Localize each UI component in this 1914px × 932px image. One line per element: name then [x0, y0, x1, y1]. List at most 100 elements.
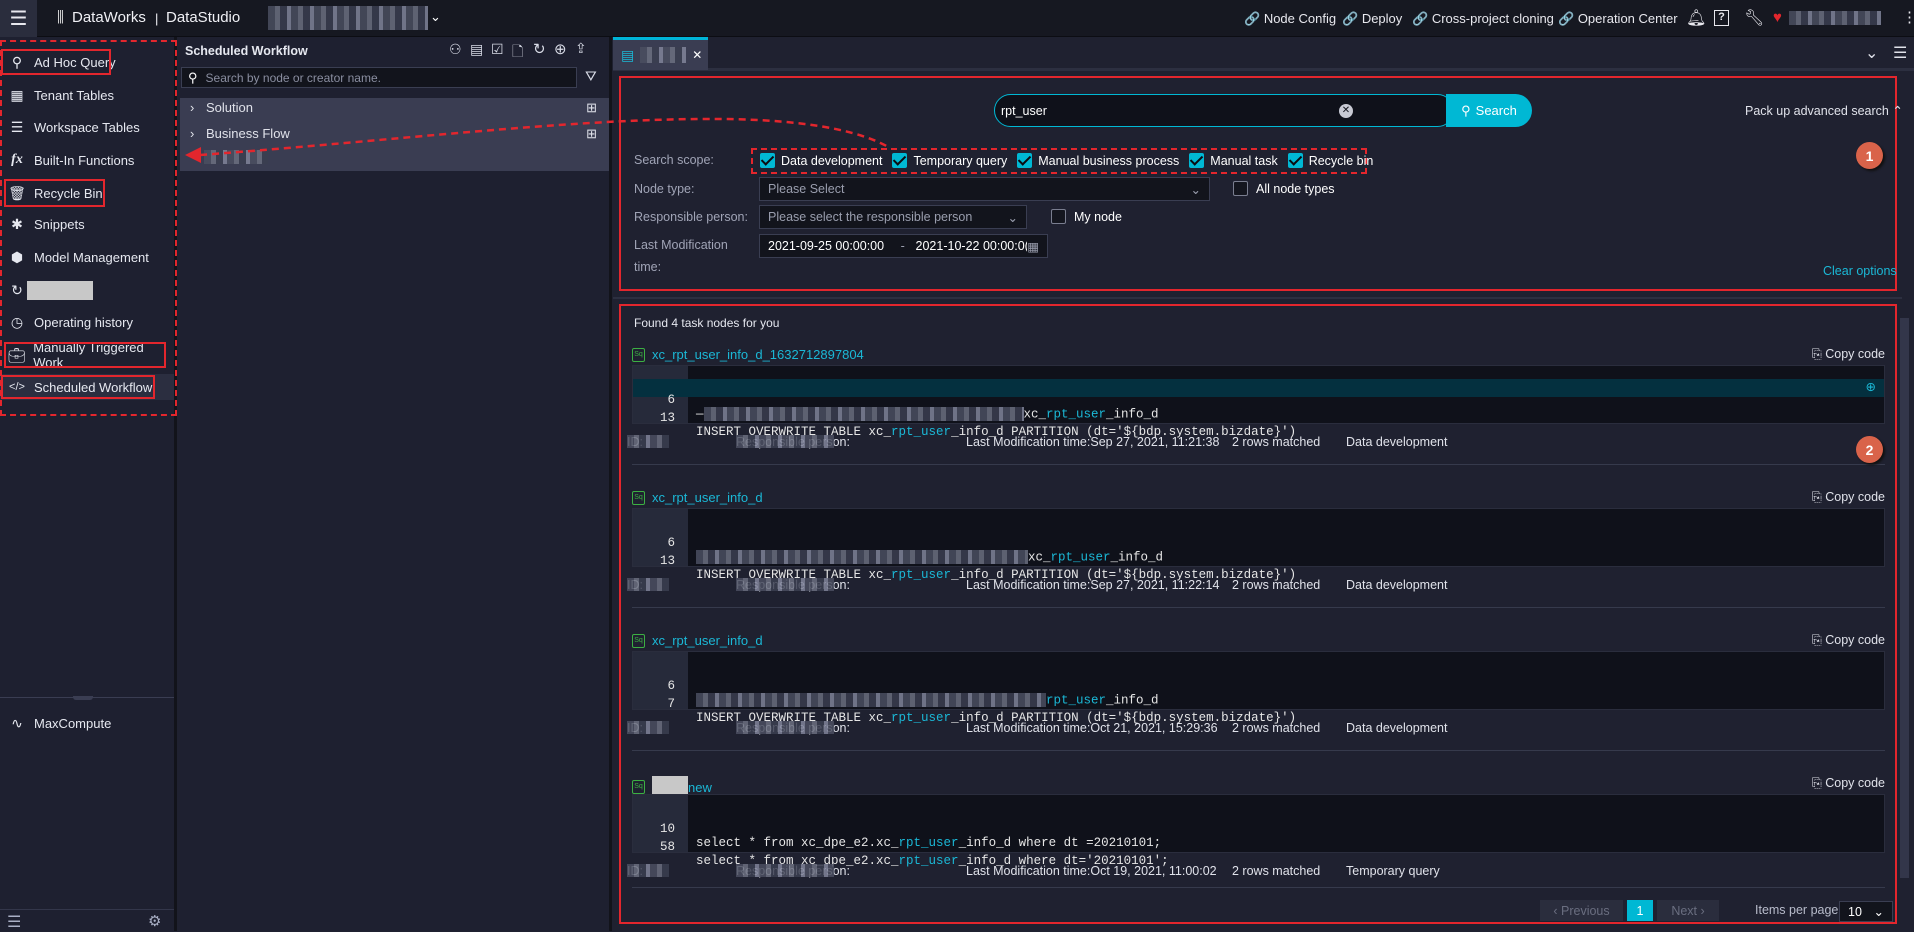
copy-code-button[interactable]: ⎘ Copy code [1812, 776, 1885, 791]
code-match: rpt_user [891, 568, 952, 582]
hamburger-menu-icon[interactable]: ☰ [0, 0, 37, 37]
import-icon[interactable]: ⇪ [575, 40, 587, 57]
redacted-id [627, 864, 669, 877]
responsible-person-select[interactable]: Please select the responsible person ⌄ [759, 205, 1027, 229]
tree-item-redacted[interactable] [180, 144, 609, 169]
pagination-divider [632, 887, 1885, 888]
wrench-icon[interactable]: 🔧︎ [1744, 8, 1764, 28]
locate-icon[interactable]: ⊕ [554, 40, 567, 58]
copy-icon: ⎘ [1811, 347, 1822, 361]
checkbox[interactable] [1233, 181, 1248, 196]
next-button[interactable]: Next › [1657, 900, 1719, 921]
code-snippet: 6 xc_rpt_user_info_d 13 INSERT OVERWRITE… [632, 508, 1885, 582]
result-item: Sq xc_rpt_user_info_d_1632712897804 ⎘ Cop… [627, 347, 1885, 490]
search-icon: ⚲ [1461, 102, 1471, 118]
redacted-label [204, 149, 268, 164]
node-category: Temporary query [1346, 864, 1440, 878]
result-title-link[interactable]: Sq xc_rpt_user_info_d_1632712897804 [632, 347, 864, 362]
checkbox[interactable] [1051, 209, 1066, 224]
copy-code-button[interactable]: ⎘ Copy code [1812, 490, 1885, 505]
help-icon[interactable]: ? [1714, 10, 1729, 26]
app-name: DataStudio [166, 9, 241, 26]
dataworks-logo-icon: ⫼ [57, 9, 64, 26]
more-icon[interactable]: ⋮ [1902, 8, 1914, 26]
user-account[interactable] [1789, 11, 1881, 25]
last-modified: Last Modification time:Sep 27, 2021, 11:… [966, 578, 1220, 592]
search-button[interactable]: ⚲ Search [1446, 94, 1532, 127]
code-match: rpt_user [891, 425, 952, 439]
close-icon[interactable]: ✕ [692, 48, 702, 62]
person-filter-icon[interactable]: ⚇ [449, 41, 462, 58]
previous-button[interactable]: ‹ Previous [1540, 900, 1623, 921]
search-scope-group: Data development Temporary query Manual … [760, 153, 1373, 168]
code-line: 6 rpt_user_info_d [633, 665, 1884, 707]
items-per-page-select[interactable]: 10 ⌄ [1839, 901, 1893, 922]
filter-icon[interactable]: ⛛ [585, 68, 597, 85]
workspace-selector[interactable] [268, 6, 428, 30]
refresh-icon[interactable]: ↻ [533, 40, 546, 58]
node-config-label: Node Config [1263, 11, 1337, 26]
resize-handle[interactable] [73, 696, 93, 700]
scope-checkbox-recycle-bin[interactable] [1287, 153, 1303, 168]
last-modified: Last Modification time:Sep 27, 2021, 11:… [966, 435, 1220, 449]
grid-icon[interactable]: ⊞ [586, 100, 597, 116]
scope-label: Manual business process [1038, 153, 1180, 168]
search-code-icon[interactable]: ▤ [470, 41, 483, 58]
last-modified: Last Modification time:Oct 21, 2021, 15:… [966, 721, 1218, 735]
results-scrollbar[interactable] [1900, 318, 1909, 878]
result-title-link[interactable]: Sq xc_rpt_user_info_d [632, 490, 763, 505]
clear-input-icon[interactable]: ✕ [1339, 103, 1353, 118]
copy-code-label: Copy code [1825, 347, 1885, 361]
tab-menu-icon[interactable]: ☰ [1893, 43, 1907, 63]
operation-center-link[interactable]: 🔗 Operation Center [1558, 11, 1678, 27]
sidebar-item-maxcompute[interactable]: ∿ MaxCompute [0, 710, 174, 736]
all-node-types-checkbox[interactable]: All node types [1233, 181, 1335, 196]
cross-project-cloning-link[interactable]: 🔗 Cross-project cloning [1412, 11, 1554, 27]
redacted-id [627, 435, 669, 448]
scope-checkbox-temporary-query[interactable] [892, 153, 908, 168]
my-node-checkbox[interactable]: My node [1051, 209, 1122, 224]
result-title-link[interactable]: Sq xc_rpt_user_info_d [632, 633, 763, 648]
chevron-down-icon[interactable]: ⌄ [430, 9, 441, 25]
date-range-picker[interactable]: 2021-09-25 00:00:00 - 2021-10-22 00:00:0… [759, 234, 1048, 258]
date-to[interactable]: 2021-10-22 00:00:0( [916, 239, 1028, 253]
checklist-icon[interactable]: ☑ [491, 41, 504, 58]
collapse-menu-icon[interactable]: ☰ [7, 912, 21, 932]
node-config-link[interactable]: 🔗 Node Config [1244, 11, 1336, 27]
copy-icon: ⎘ [1811, 633, 1822, 647]
pack-up-advanced-search[interactable]: Pack up advanced search ⌃ [1745, 103, 1903, 118]
tab-search[interactable]: ▤ ✕ [613, 37, 708, 70]
scope-checkbox-manual-business-process[interactable] [1017, 153, 1033, 168]
grid-icon[interactable]: ⊞ [586, 126, 597, 142]
calendar-icon[interactable]: ▦ [1027, 239, 1039, 254]
copy-code-button[interactable]: ⎘ Copy code [1812, 347, 1885, 362]
date-from[interactable]: 2021-09-25 00:00:00 [768, 239, 901, 253]
settings-gear-icon[interactable]: ⚙ [148, 912, 161, 930]
page-1-button[interactable]: 1 [1627, 900, 1653, 921]
search-input[interactable]: rpt_user ✕ [994, 94, 1454, 127]
clear-options-link[interactable]: Clear options [1823, 264, 1897, 278]
node-type-placeholder: Please Select [768, 182, 845, 196]
tree-search-input[interactable]: ⚲ Search by node or creator name. [181, 67, 577, 88]
result-title-label: xc_rpt_user_info_d [652, 633, 763, 648]
chevron-right-icon: › [1697, 903, 1705, 918]
result-item: Sq xc_rpt_user_info_d ⎘ Copy code 6 xc_rp… [627, 490, 1885, 633]
bell-icon[interactable]: 🔔︎ [1686, 8, 1706, 28]
new-file-icon[interactable]: 🗋︎ [512, 41, 523, 65]
brand-name[interactable]: DataWorks [72, 9, 146, 26]
deploy-link[interactable]: 🔗 Deploy [1342, 11, 1402, 27]
locate-icon[interactable]: ⊕ [1866, 379, 1876, 394]
tree-item-solution[interactable]: › Solution ⊞ [180, 95, 609, 120]
tree-item-business-flow[interactable]: › Business Flow ⊞ [180, 121, 609, 146]
sql-node-icon: Sq [632, 633, 645, 648]
scheduled-workflow-panel: Scheduled Workflow ⚇ ▤ ☑ 🗋︎ ↻ ⊕ ⇪ ⚲ Sear… [180, 37, 612, 931]
scope-label: Data development [781, 153, 883, 168]
node-type-select[interactable]: Please Select ⌄ [759, 177, 1210, 201]
scope-checkbox-manual-task[interactable] [1189, 153, 1205, 168]
last-modification-label-2: time: [634, 260, 662, 274]
copy-code-button[interactable]: ⎘ Copy code [1812, 633, 1885, 648]
scope-checkbox-data-development[interactable] [760, 153, 775, 168]
annotation-dashed-box [0, 40, 177, 416]
scope-label: Recycle bin [1308, 153, 1374, 168]
tab-dropdown-icon[interactable]: ⌄ [1865, 43, 1878, 63]
